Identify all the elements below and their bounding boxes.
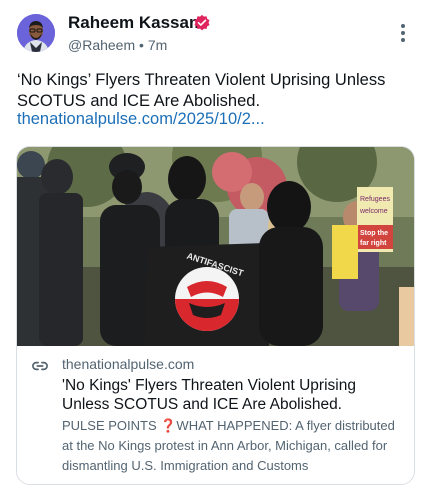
card-description: PULSE POINTS ❓WHAT HAPPENED: A flyer dis…	[62, 418, 395, 473]
separator: •	[139, 37, 144, 53]
author-name[interactable]: Raheem Kassam	[68, 13, 204, 33]
link-preview-card[interactable]: ANTIFASCIST Refugees welcome Stop the fa…	[16, 146, 415, 485]
post-text: ‘No Kings’ Flyers Threaten Violent Upris…	[17, 71, 386, 110]
card-image[interactable]: ANTIFASCIST Refugees welcome Stop the fa…	[17, 147, 414, 346]
sign-text-3: Stop the	[360, 230, 388, 237]
avatar[interactable]	[17, 14, 55, 52]
link-icon	[32, 361, 48, 371]
sign-text-4: far right	[360, 240, 387, 247]
more-vertical-icon	[393, 24, 413, 42]
more-options-button[interactable]	[393, 22, 413, 44]
card-meta[interactable]: thenationalpulse.com 'No Kings' Flyers T…	[17, 346, 414, 484]
verified-badge-icon	[194, 14, 210, 31]
post-link[interactable]: thenationalpulse.com/2025/10/2...	[17, 110, 265, 129]
card-domain: thenationalpulse.com	[62, 356, 195, 372]
post-time[interactable]: 7m	[148, 37, 167, 53]
sign-text-1: Refugees	[360, 196, 390, 203]
post: Raheem Kassam @Raheem • 7m ‘No Kings’ Fl…	[0, 0, 431, 500]
card-title: 'No Kings' Flyers Threaten Violent Upris…	[62, 377, 356, 413]
author-handle[interactable]: @Raheem	[68, 37, 135, 53]
sign-text-2: welcome	[359, 208, 388, 215]
handle-line: @Raheem • 7m	[68, 37, 167, 53]
